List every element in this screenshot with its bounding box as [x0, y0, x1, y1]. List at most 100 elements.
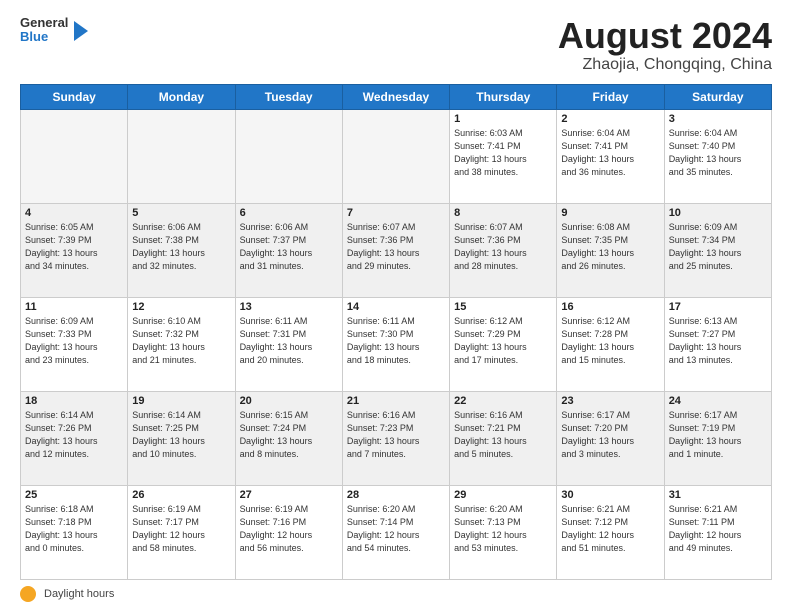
calendar-day-cell: 22 Sunrise: 6:16 AMSunset: 7:21 PMDayligh…	[450, 391, 557, 485]
month-year-title: August 2024	[558, 16, 772, 56]
calendar-day-cell: 4 Sunrise: 6:05 AMSunset: 7:39 PMDaylight…	[21, 203, 128, 297]
day-info: Sunrise: 6:09 AMSunset: 7:33 PMDaylight:…	[25, 315, 123, 367]
day-header-friday: Friday	[557, 84, 664, 109]
logo-text: General Blue	[20, 16, 68, 45]
day-info: Sunrise: 6:20 AMSunset: 7:14 PMDaylight:…	[347, 503, 445, 555]
day-number: 31	[669, 489, 767, 501]
calendar-day-cell: 26 Sunrise: 6:19 AMSunset: 7:17 PMDayligh…	[128, 485, 235, 579]
day-number: 21	[347, 395, 445, 407]
calendar-day-cell: 5Sunrise: 6:06 AMSunset: 7:38 PMDaylight…	[128, 203, 235, 297]
footer-label: Daylight hours	[44, 588, 114, 600]
day-number: 11	[25, 301, 123, 313]
day-number: 25	[25, 489, 123, 501]
title-block: August 2024 Zhaojia, Chongqing, China	[558, 16, 772, 74]
sun-icon	[20, 586, 36, 602]
calendar-day-cell: 28 Sunrise: 6:20 AMSunset: 7:14 PMDayligh…	[342, 485, 449, 579]
day-header-tuesday: Tuesday	[235, 84, 342, 109]
day-number: 3	[669, 113, 767, 125]
logo-general: General	[20, 16, 68, 30]
day-number: 15	[454, 301, 552, 313]
day-number: 30	[561, 489, 659, 501]
calendar-day-cell	[21, 109, 128, 203]
day-number: 10	[669, 207, 767, 219]
day-header-monday: Monday	[128, 84, 235, 109]
calendar-day-cell	[342, 109, 449, 203]
calendar-header-row: SundayMondayTuesdayWednesdayThursdayFrid…	[21, 84, 772, 109]
day-number: 18	[25, 395, 123, 407]
calendar-week-row: 11 Sunrise: 6:09 AMSunset: 7:33 PMDayligh…	[21, 297, 772, 391]
day-info: Sunrise: 6:11 AMSunset: 7:30 PMDaylight:…	[347, 315, 445, 367]
day-number: 4	[25, 207, 123, 219]
calendar-day-cell: 20Sunrise: 6:15 AMSunset: 7:24 PMDayligh…	[235, 391, 342, 485]
day-number: 9	[561, 207, 659, 219]
header: General Blue August 2024 Zhaojia, Chongq…	[20, 16, 772, 74]
calendar-table: SundayMondayTuesdayWednesdayThursdayFrid…	[20, 84, 772, 580]
calendar-day-cell: 13Sunrise: 6:11 AMSunset: 7:31 PMDayligh…	[235, 297, 342, 391]
calendar-week-row: 18 Sunrise: 6:14 AMSunset: 7:26 PMDayligh…	[21, 391, 772, 485]
day-info: Sunrise: 6:19 AMSunset: 7:17 PMDaylight:…	[132, 503, 230, 555]
day-header-wednesday: Wednesday	[342, 84, 449, 109]
calendar-day-cell: 15Sunrise: 6:12 AMSunset: 7:29 PMDayligh…	[450, 297, 557, 391]
calendar-day-cell: 2 Sunrise: 6:04 AMSunset: 7:41 PMDaylight…	[557, 109, 664, 203]
day-number: 2	[561, 113, 659, 125]
day-info: Sunrise: 6:03 AMSunset: 7:41 PMDaylight:…	[454, 127, 552, 179]
calendar-day-cell	[235, 109, 342, 203]
calendar-day-cell: 14Sunrise: 6:11 AMSunset: 7:30 PMDayligh…	[342, 297, 449, 391]
calendar-day-cell: 16 Sunrise: 6:12 AMSunset: 7:28 PMDayligh…	[557, 297, 664, 391]
day-info: Sunrise: 6:12 AMSunset: 7:28 PMDaylight:…	[561, 315, 659, 367]
day-number: 17	[669, 301, 767, 313]
calendar-day-cell: 9Sunrise: 6:08 AMSunset: 7:35 PMDaylight…	[557, 203, 664, 297]
calendar-day-cell: 27 Sunrise: 6:19 AMSunset: 7:16 PMDayligh…	[235, 485, 342, 579]
day-info: Sunrise: 6:21 AMSunset: 7:12 PMDaylight:…	[561, 503, 659, 555]
day-info: Sunrise: 6:14 AMSunset: 7:26 PMDaylight:…	[25, 409, 123, 461]
location-subtitle: Zhaojia, Chongqing, China	[558, 56, 772, 74]
calendar-week-row: 4 Sunrise: 6:05 AMSunset: 7:39 PMDaylight…	[21, 203, 772, 297]
calendar-day-cell: 18 Sunrise: 6:14 AMSunset: 7:26 PMDayligh…	[21, 391, 128, 485]
calendar-day-cell: 25Sunrise: 6:18 AMSunset: 7:18 PMDayligh…	[21, 485, 128, 579]
day-info: Sunrise: 6:09 AMSunset: 7:34 PMDaylight:…	[669, 221, 767, 273]
day-number: 23	[561, 395, 659, 407]
day-info: Sunrise: 6:05 AMSunset: 7:39 PMDaylight:…	[25, 221, 123, 273]
logo-blue: Blue	[20, 30, 68, 44]
day-info: Sunrise: 6:14 AMSunset: 7:25 PMDaylight:…	[132, 409, 230, 461]
logo: General Blue	[20, 16, 88, 45]
day-number: 19	[132, 395, 230, 407]
day-info: Sunrise: 6:04 AMSunset: 7:41 PMDaylight:…	[561, 127, 659, 179]
calendar-day-cell: 10 Sunrise: 6:09 AMSunset: 7:34 PMDayligh…	[664, 203, 771, 297]
calendar-day-cell: 7Sunrise: 6:07 AMSunset: 7:36 PMDaylight…	[342, 203, 449, 297]
calendar-day-cell: 31 Sunrise: 6:21 AMSunset: 7:11 PMDayligh…	[664, 485, 771, 579]
day-header-thursday: Thursday	[450, 84, 557, 109]
day-number: 16	[561, 301, 659, 313]
calendar-week-row: 1 Sunrise: 6:03 AMSunset: 7:41 PMDaylight…	[21, 109, 772, 203]
day-info: Sunrise: 6:16 AMSunset: 7:21 PMDaylight:…	[454, 409, 552, 461]
calendar-day-cell: 30 Sunrise: 6:21 AMSunset: 7:12 PMDayligh…	[557, 485, 664, 579]
day-header-saturday: Saturday	[664, 84, 771, 109]
day-number: 26	[132, 489, 230, 501]
calendar-day-cell: 23Sunrise: 6:17 AMSunset: 7:20 PMDayligh…	[557, 391, 664, 485]
day-info: Sunrise: 6:16 AMSunset: 7:23 PMDaylight:…	[347, 409, 445, 461]
calendar-day-cell: 3Sunrise: 6:04 AMSunset: 7:40 PMDaylight…	[664, 109, 771, 203]
calendar-day-cell: 21 Sunrise: 6:16 AMSunset: 7:23 PMDayligh…	[342, 391, 449, 485]
logo-arrow-icon	[74, 21, 88, 41]
day-number: 12	[132, 301, 230, 313]
day-number: 22	[454, 395, 552, 407]
day-number: 27	[240, 489, 338, 501]
day-info: Sunrise: 6:20 AMSunset: 7:13 PMDaylight:…	[454, 503, 552, 555]
calendar-day-cell: 24Sunrise: 6:17 AMSunset: 7:19 PMDayligh…	[664, 391, 771, 485]
day-number: 6	[240, 207, 338, 219]
page: General Blue August 2024 Zhaojia, Chongq…	[0, 0, 792, 612]
day-info: Sunrise: 6:06 AMSunset: 7:38 PMDaylight:…	[132, 221, 230, 273]
calendar-day-cell: 8Sunrise: 6:07 AMSunset: 7:36 PMDaylight…	[450, 203, 557, 297]
day-number: 28	[347, 489, 445, 501]
day-number: 13	[240, 301, 338, 313]
calendar-day-cell: 12 Sunrise: 6:10 AMSunset: 7:32 PMDayligh…	[128, 297, 235, 391]
footer: Daylight hours	[20, 586, 772, 602]
day-number: 1	[454, 113, 552, 125]
day-info: Sunrise: 6:10 AMSunset: 7:32 PMDaylight:…	[132, 315, 230, 367]
day-info: Sunrise: 6:19 AMSunset: 7:16 PMDaylight:…	[240, 503, 338, 555]
day-info: Sunrise: 6:07 AMSunset: 7:36 PMDaylight:…	[347, 221, 445, 273]
calendar-day-cell: 29Sunrise: 6:20 AMSunset: 7:13 PMDayligh…	[450, 485, 557, 579]
day-info: Sunrise: 6:17 AMSunset: 7:19 PMDaylight:…	[669, 409, 767, 461]
day-info: Sunrise: 6:21 AMSunset: 7:11 PMDaylight:…	[669, 503, 767, 555]
calendar-day-cell: 6Sunrise: 6:06 AMSunset: 7:37 PMDaylight…	[235, 203, 342, 297]
